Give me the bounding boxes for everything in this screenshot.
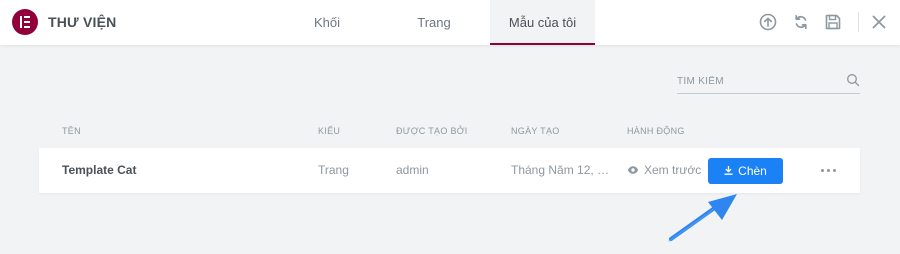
column-header-actions: HÀNH ĐỘNG	[627, 126, 685, 136]
column-header-type: KIỂU	[318, 126, 341, 136]
preview-link[interactable]: Xem trước	[627, 148, 701, 193]
column-header-name: TÊN	[62, 126, 81, 136]
active-tab-indicator	[490, 43, 595, 45]
column-header-author: ĐƯỢC TẠO BỞI	[396, 126, 468, 136]
column-header-date: NGÀY TẠO	[511, 126, 560, 136]
sync-icon[interactable]	[791, 12, 811, 32]
template-row: Template Cat Trang admin Tháng Năm 12, 2…	[39, 148, 860, 193]
preview-label: Xem trước	[644, 163, 702, 177]
tab-my-templates[interactable]: Mẫu của tôi	[490, 0, 595, 45]
template-date: Tháng Năm 12, 20...	[511, 163, 611, 177]
tab-my-templates-label: Mẫu của tôi	[508, 15, 577, 30]
download-icon	[724, 166, 733, 176]
more-options-icon[interactable]	[820, 162, 838, 178]
insert-label: Chèn	[738, 164, 767, 178]
header-divider	[858, 12, 859, 32]
library-title: THƯ VIỆN	[48, 14, 117, 30]
annotation-arrow-icon	[664, 192, 744, 244]
close-icon[interactable]	[869, 12, 889, 32]
elementor-logo-icon	[12, 9, 38, 35]
template-name: Template Cat	[62, 163, 137, 177]
template-type: Trang	[318, 163, 349, 177]
tab-blocks[interactable]: Khối	[295, 0, 359, 45]
search-input[interactable]	[677, 72, 837, 90]
insert-button[interactable]: Chèn	[708, 158, 783, 184]
library-header: THƯ VIỆN Khối Trang Mẫu của tôi	[0, 0, 900, 45]
template-author: admin	[396, 163, 429, 177]
tab-pages[interactable]: Trang	[400, 0, 468, 45]
save-icon[interactable]	[823, 12, 843, 32]
search-icon[interactable]	[846, 73, 860, 87]
eye-icon	[627, 165, 639, 175]
search-box	[677, 68, 860, 94]
upload-icon[interactable]	[758, 12, 778, 32]
